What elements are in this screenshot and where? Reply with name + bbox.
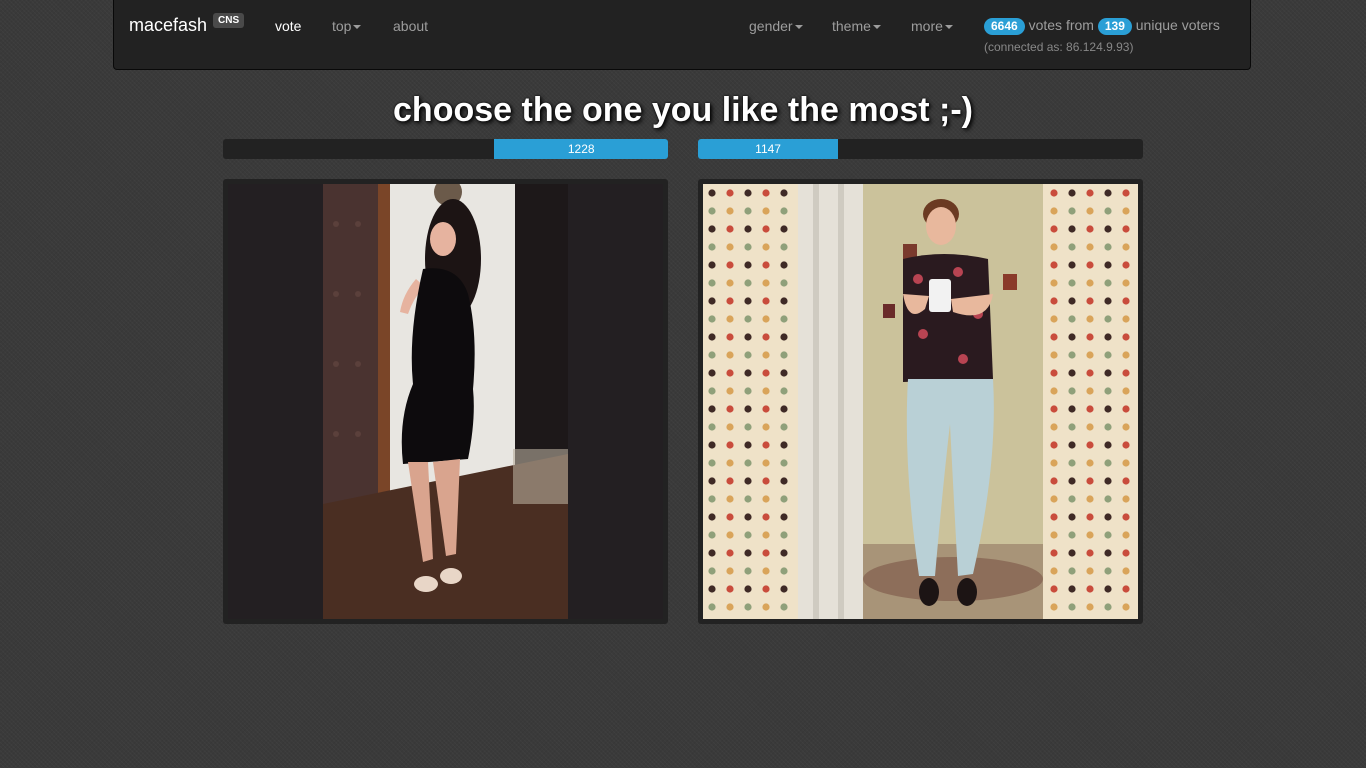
nav-about[interactable]: about bbox=[393, 18, 428, 34]
left-photo-card[interactable] bbox=[223, 179, 668, 624]
nav-more-dropdown[interactable]: more bbox=[911, 18, 953, 34]
voters-count-badge: 139 bbox=[1097, 18, 1132, 35]
brand-badge: CNS bbox=[213, 13, 245, 28]
left-vote-progress: 1228 bbox=[223, 139, 668, 159]
nav-more-label: more bbox=[911, 18, 943, 34]
nav-theme-label: theme bbox=[832, 18, 871, 34]
left-contestant-photo[interactable] bbox=[228, 184, 663, 619]
page-title: choose the one you like the most ;-) bbox=[393, 91, 973, 129]
nav-top-dropdown[interactable]: top bbox=[332, 18, 362, 34]
right-photo-card[interactable] bbox=[698, 179, 1143, 624]
brand-link[interactable]: macefash bbox=[129, 15, 207, 36]
unique-voters-text: unique voters bbox=[1135, 17, 1220, 33]
right-vote-progress-bar: 1147 bbox=[698, 139, 839, 159]
caret-down-icon bbox=[353, 25, 362, 30]
right-contestant-photo[interactable] bbox=[703, 184, 1138, 619]
connection-info: (connected as: 86.124.9.93) bbox=[984, 40, 1134, 54]
caret-down-icon bbox=[872, 25, 881, 30]
caret-down-icon bbox=[944, 25, 953, 30]
caret-down-icon bbox=[794, 25, 803, 30]
nav-top-label: top bbox=[332, 18, 352, 34]
vote-stats: 6646 votes from 139 unique voters bbox=[984, 17, 1220, 35]
nav-gender-dropdown[interactable]: gender bbox=[749, 18, 803, 34]
right-vote-progress: 1147 bbox=[698, 139, 1143, 159]
nav-vote[interactable]: vote bbox=[275, 18, 301, 34]
votes-count-badge: 6646 bbox=[984, 18, 1025, 35]
votes-from-text: votes from bbox=[1028, 17, 1094, 33]
nav-gender-label: gender bbox=[749, 18, 793, 34]
top-navbar: macefash CNS vote top about gender theme… bbox=[113, 0, 1251, 70]
nav-theme-dropdown[interactable]: theme bbox=[832, 18, 881, 34]
left-vote-progress-bar: 1228 bbox=[494, 139, 668, 159]
